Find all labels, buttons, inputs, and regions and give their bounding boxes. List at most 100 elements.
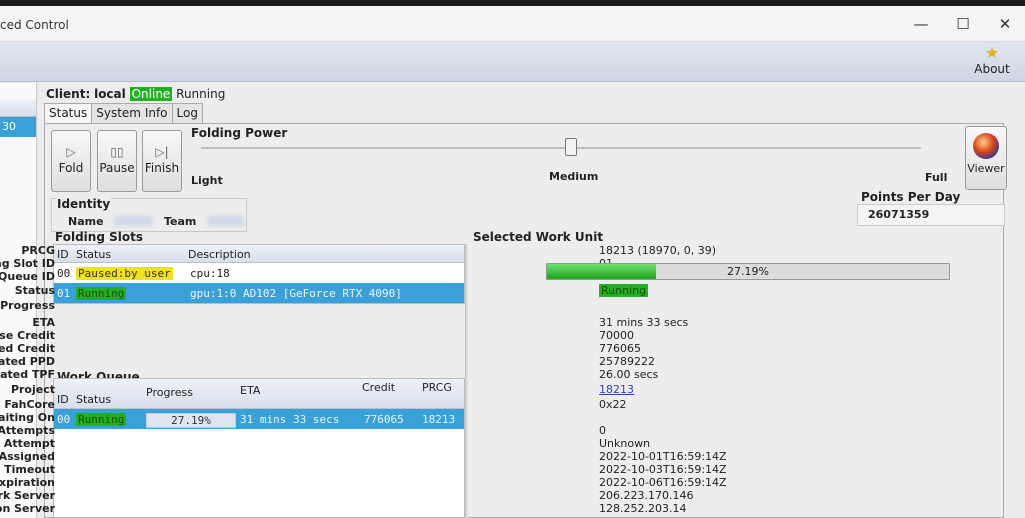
field-value: 776065 <box>599 342 641 355</box>
finish-icon: ▷| <box>155 145 169 159</box>
work-unit-progress-bar: 27.19% <box>546 263 950 280</box>
field-label: Attempts <box>0 424 55 437</box>
pause-label: Pause <box>99 161 135 175</box>
client-name: local <box>94 87 126 101</box>
field-label: Assigned <box>0 450 55 463</box>
client-label: Client: <box>46 87 91 101</box>
maximize-button[interactable]: ☐ <box>948 12 978 36</box>
ppd-value: 26071359 <box>857 204 1005 226</box>
work-queue-table: ID Status Progress ETA Credit PRCG 00 Ru… <box>53 378 465 518</box>
folding-power-title: Folding Power <box>191 126 288 140</box>
client-list-item-selected[interactable]: 30 <box>0 117 36 137</box>
client-online-badge: Online <box>129 87 173 101</box>
project-link[interactable]: 18213 <box>599 383 634 396</box>
pause-button[interactable]: ▯▯ Pause <box>97 130 137 192</box>
column-header-id[interactable]: ID <box>57 248 69 261</box>
play-icon: ▷ <box>66 145 76 159</box>
field-value: 26.00 secs <box>599 368 659 381</box>
column-header-status[interactable]: Status <box>76 393 111 406</box>
toolbar: ★ About <box>0 42 1025 82</box>
field-value: 25789222 <box>599 355 655 368</box>
about-button[interactable]: ★ About <box>969 43 1015 77</box>
field-label: Estimated PPD <box>0 355 55 368</box>
slot-id: 00 <box>57 267 71 280</box>
field-label: Collection Server <box>0 502 55 515</box>
wq-id: 00 <box>57 413 71 426</box>
tab-bar: Status System Info Log <box>44 103 203 123</box>
folding-power-slider-thumb[interactable] <box>565 138 577 156</box>
field-value: 2022-10-01T16:59:14Z <box>599 450 727 463</box>
slider-label-full: Full <box>925 171 948 184</box>
wq-eta: 31 mins 33 secs <box>240 413 340 426</box>
star-icon: ★ <box>984 43 1000 62</box>
field-label: Base Credit <box>0 329 55 342</box>
identity-name-blurred <box>114 216 152 226</box>
wq-prcg: 18213 <box>422 413 456 426</box>
identity-group: Identity Name Team <box>51 197 247 232</box>
identity-title: Identity <box>56 197 112 211</box>
status-badge: Running <box>599 284 649 297</box>
field-value: 70000 <box>599 329 634 342</box>
field-value: 206.223.170.146 <box>599 489 694 502</box>
app-window: ced Control — ☐ ✕ ★ About 30 Client: loc… <box>0 6 1025 518</box>
minimize-button[interactable]: — <box>906 12 936 36</box>
field-value: 128.252.203.14 <box>599 502 687 515</box>
fold-label: Fold <box>58 161 84 175</box>
about-label: About <box>974 62 1010 76</box>
field-label: Progress <box>0 299 55 312</box>
column-header-id[interactable]: ID <box>57 393 69 406</box>
slot-description: gpu:1:0 AD102 [GeForce RTX 4090] <box>190 287 402 300</box>
column-header-progress[interactable]: Progress <box>146 386 193 399</box>
column-header-description[interactable]: Description <box>188 248 251 261</box>
field-label: FahCore <box>4 398 55 411</box>
title-bar: ced Control — ☐ ✕ <box>0 6 1025 42</box>
table-row[interactable]: 01 Running gpu:1:0 AD102 [GeForce RTX 40… <box>54 283 464 303</box>
finish-label: Finish <box>144 161 180 175</box>
finish-button[interactable]: ▷| Finish <box>142 130 182 192</box>
slider-label-medium: Medium <box>549 170 599 183</box>
field-label: Expiration <box>0 476 55 489</box>
column-header-eta[interactable]: ETA <box>240 384 260 397</box>
window-title: ced Control <box>0 18 69 32</box>
folding-slots-header: ID Status Description <box>54 245 464 263</box>
table-row[interactable]: 00 Paused:by user cpu:18 <box>54 263 464 283</box>
field-value: 2022-10-06T16:59:14Z <box>599 476 727 489</box>
close-button[interactable]: ✕ <box>990 12 1020 36</box>
wq-progress: 27.19% <box>146 413 236 428</box>
tab-system-info[interactable]: System Info <box>91 103 173 123</box>
slot-description: cpu:18 <box>190 267 230 280</box>
table-row[interactable]: 00 Running 27.19% 31 mins 33 secs 776065… <box>54 409 464 429</box>
viewer-label: Viewer <box>967 162 1005 175</box>
field-label: Next Attempt <box>0 437 55 450</box>
field-label: Estimated Credit <box>0 342 55 355</box>
field-label: Estimated TPF <box>0 368 55 381</box>
identity-team-label: Team <box>164 215 197 228</box>
main-content: Client: local Online Running Status Syste… <box>0 83 1025 518</box>
field-label: Project <box>10 383 55 396</box>
tab-status[interactable]: Status <box>44 103 93 123</box>
field-label: Work Server <box>0 489 55 502</box>
column-header-prcg[interactable]: PRCG <box>422 381 452 394</box>
tab-log[interactable]: Log <box>171 103 203 123</box>
status-panel: ▷ Fold ▯▯ Pause ▷| Finish Folding Power … <box>0 123 1007 518</box>
folding-slots-table: ID Status Description 00 Paused:by user … <box>53 244 465 304</box>
column-header-status[interactable]: Status <box>76 248 111 261</box>
slot-id: 01 <box>57 287 71 300</box>
client-list-header <box>0 99 36 117</box>
pause-icon: ▯▯ <box>110 145 124 159</box>
folding-power-slider-track[interactable] <box>201 147 921 149</box>
field-label: Work Queue ID <box>0 270 55 283</box>
identity-name-label: Name <box>68 215 104 228</box>
field-label: ETA <box>32 316 55 329</box>
field-value: Unknown <box>599 437 651 450</box>
client-state: Running <box>176 87 226 101</box>
field-value: 0x22 <box>599 398 627 411</box>
viewer-button[interactable]: Viewer <box>965 126 1007 190</box>
column-header-credit[interactable]: Credit <box>362 381 395 394</box>
field-label: Timeout <box>4 463 55 476</box>
selected-work-unit-title: Selected Work Unit <box>473 230 604 244</box>
fold-button[interactable]: ▷ Fold <box>51 130 91 192</box>
slider-label-light: Light <box>191 174 223 187</box>
slot-status-badge: Paused:by user <box>76 267 173 280</box>
client-status-line: Client: local Online Running <box>46 87 225 101</box>
